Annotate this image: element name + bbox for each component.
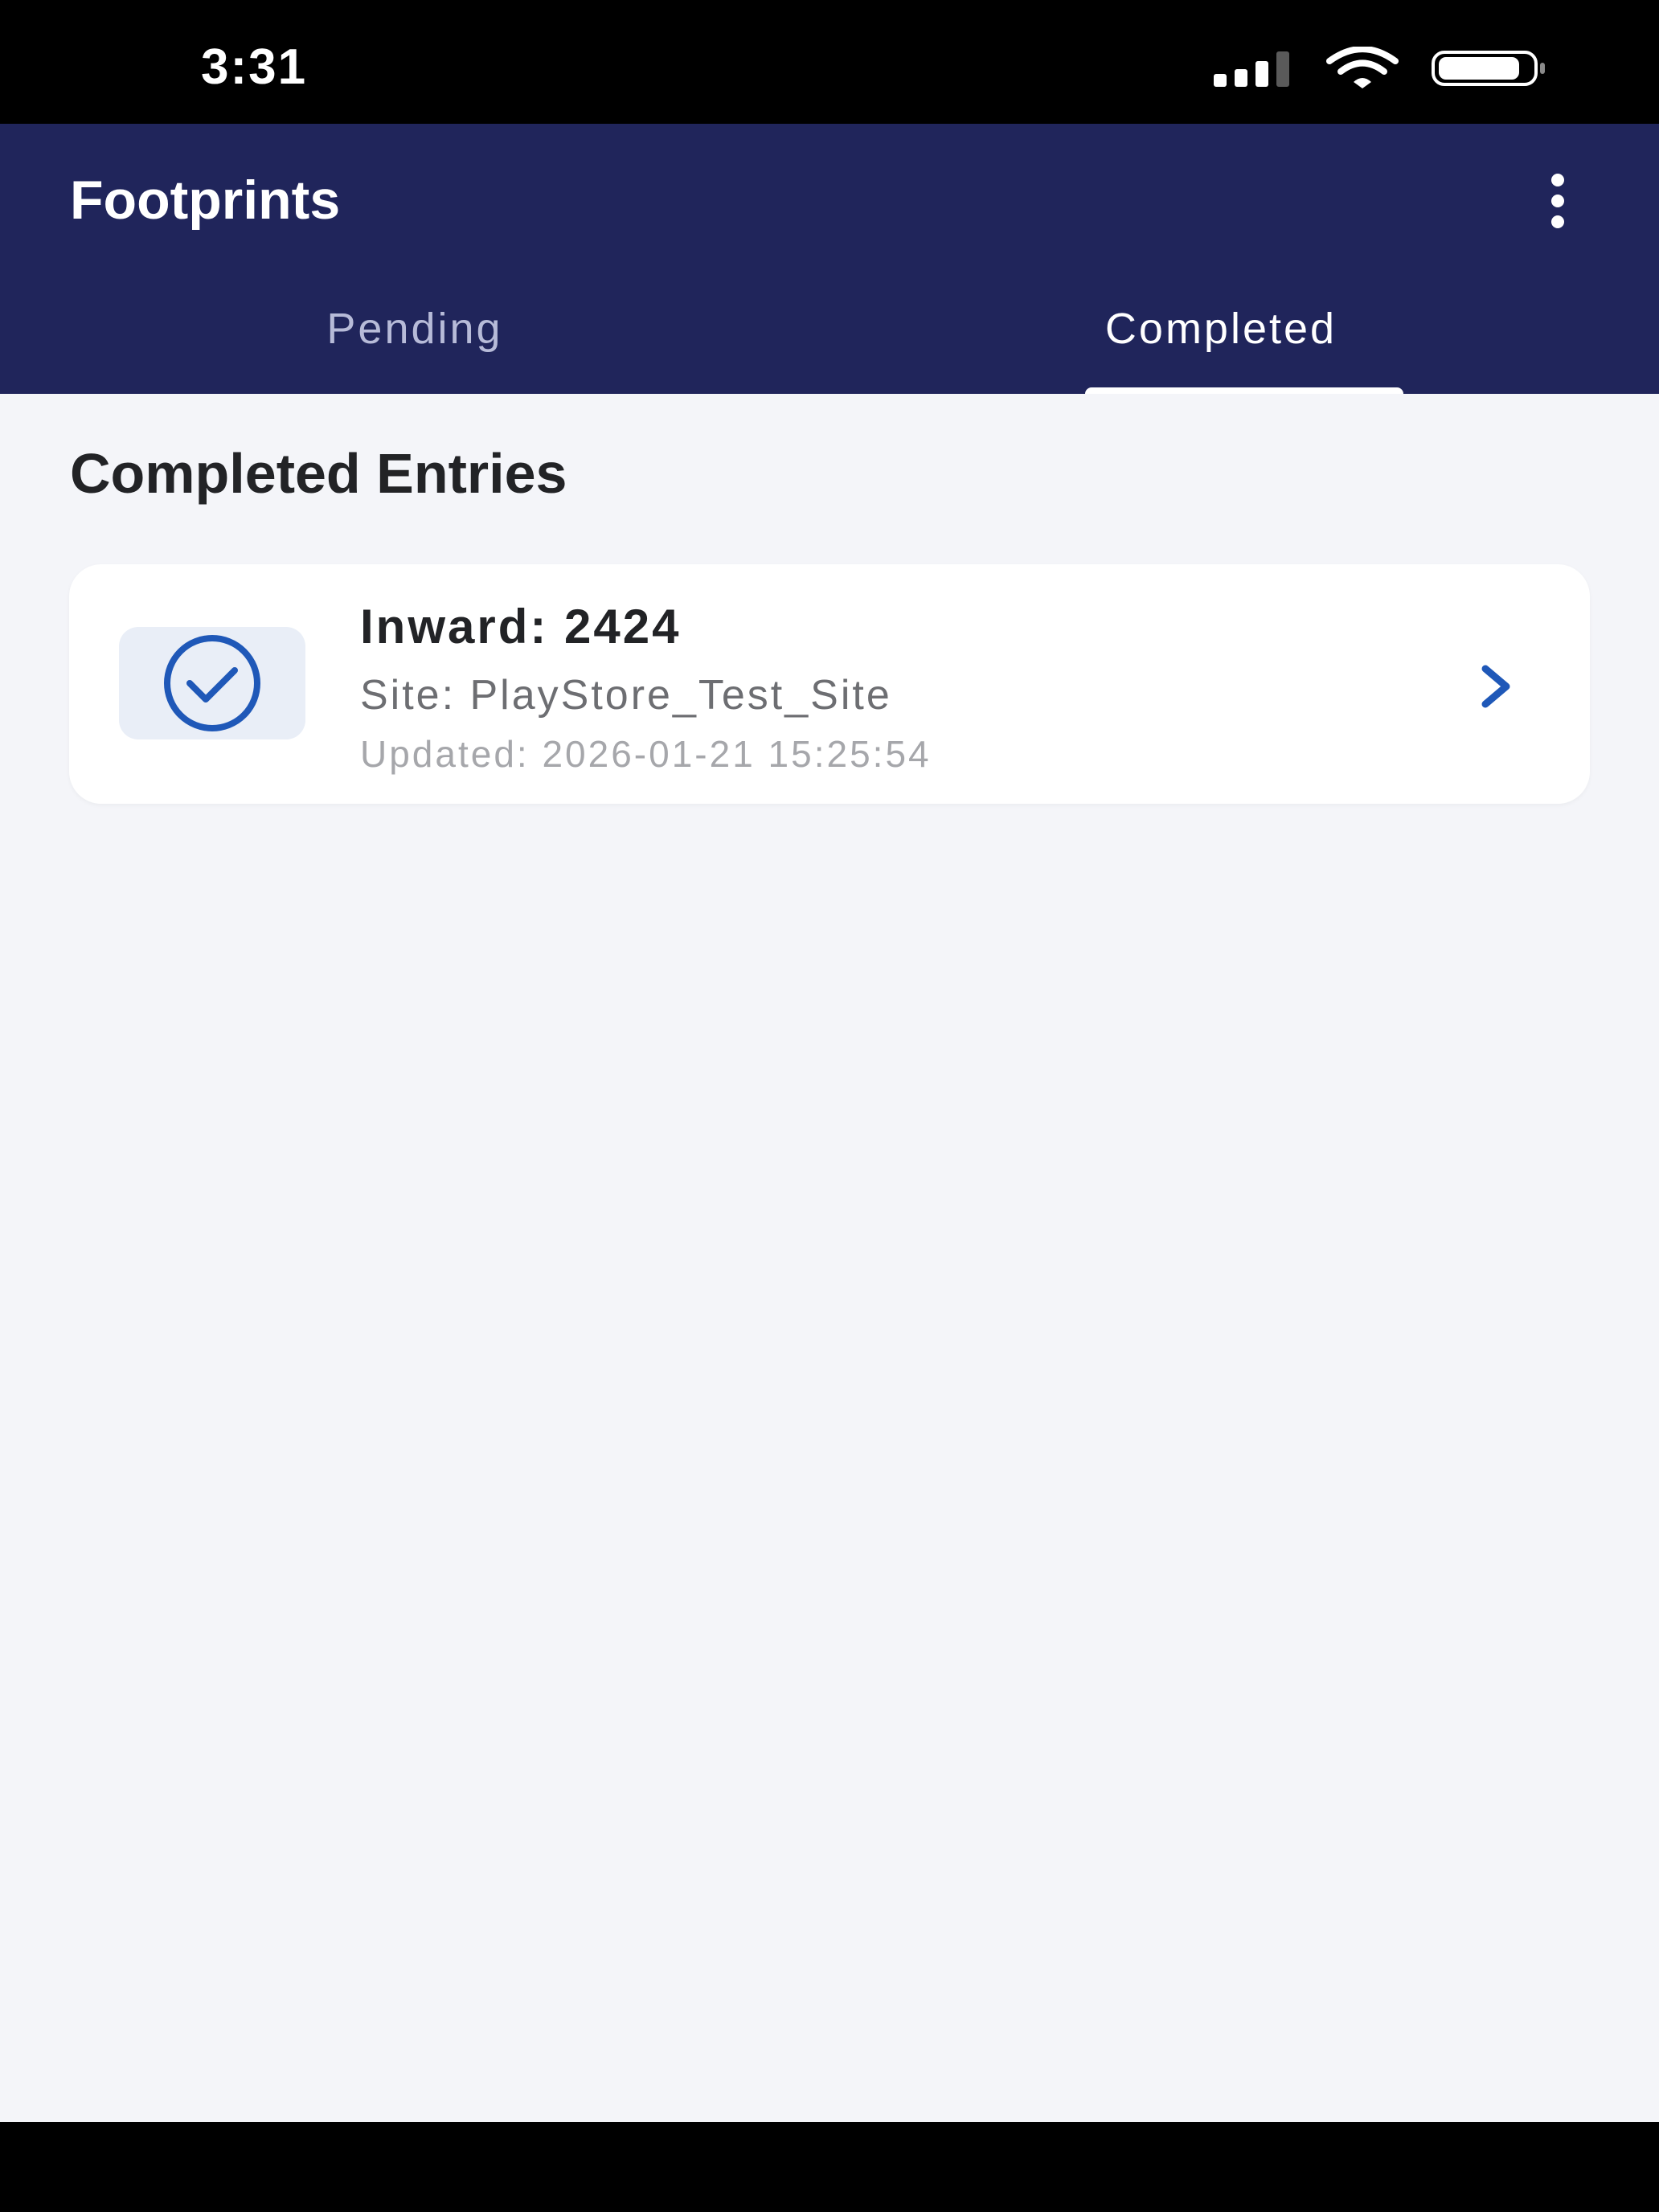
wifi-icon <box>1326 47 1399 88</box>
section-title: Completed Entries <box>70 442 567 505</box>
signal-icon <box>1214 51 1289 87</box>
tab-completed[interactable]: Completed <box>830 124 1659 394</box>
app-header: Footprints Pending Completed <box>0 124 1659 399</box>
status-time: 3:31 <box>201 39 308 95</box>
chevron-right-icon[interactable] <box>1468 657 1526 715</box>
check-circle-icon <box>164 635 260 731</box>
battery-icon <box>1432 51 1545 86</box>
content-area: Completed Entries Inward: 2424 Site: Pla… <box>0 394 1659 2122</box>
entry-card[interactable]: Inward: 2424 Site: PlayStore_Test_Site U… <box>69 564 1590 804</box>
status-bar: 3:31 <box>0 0 1659 124</box>
tab-pending[interactable]: Pending <box>0 124 830 394</box>
tab-pending-label: Pending <box>326 305 503 353</box>
bottom-bar <box>0 2122 1659 2212</box>
entry-icon-box <box>119 627 305 739</box>
entry-updated: Updated: 2026-01-21 15:25:54 <box>360 733 932 775</box>
tab-completed-label: Completed <box>1104 305 1337 353</box>
entry-site: Site: PlayStore_Test_Site <box>360 672 892 719</box>
entry-title: Inward: 2424 <box>360 600 682 653</box>
